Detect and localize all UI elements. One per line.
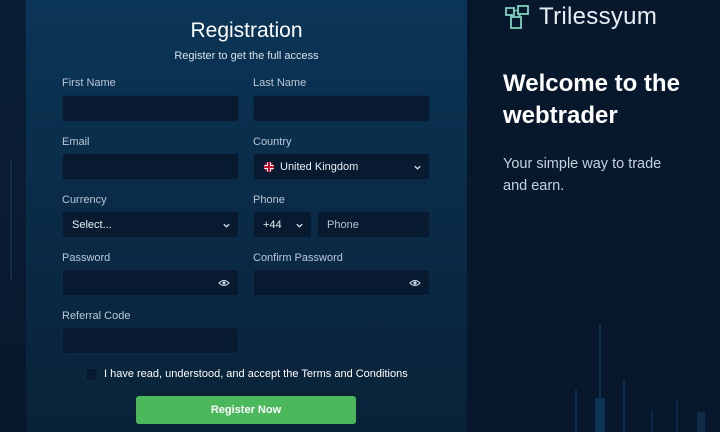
referral-code-label: Referral Code bbox=[62, 310, 131, 322]
welcome-heading: Welcome to the webtrader bbox=[503, 70, 680, 129]
country-value: United Kingdom bbox=[280, 160, 359, 173]
confirm-password-input[interactable] bbox=[253, 269, 430, 296]
brand-logo: Trilessyum bbox=[503, 3, 657, 31]
trilessyum-logo-icon bbox=[505, 5, 529, 29]
email-label: Email bbox=[62, 136, 90, 148]
phone-placeholder: Phone bbox=[327, 218, 359, 231]
phone-label: Phone bbox=[253, 194, 285, 206]
eye-icon[interactable] bbox=[409, 278, 421, 288]
first-name-label: First Name bbox=[62, 77, 116, 89]
chevron-down-icon bbox=[414, 165, 421, 170]
decorative-chart-graphic bbox=[575, 325, 705, 432]
confirm-password-label: Confirm Password bbox=[253, 252, 343, 264]
currency-value: Select... bbox=[72, 218, 112, 231]
email-input[interactable] bbox=[62, 153, 239, 180]
last-name-input[interactable] bbox=[253, 95, 430, 122]
registration-panel: Registration Register to get the full ac… bbox=[26, 0, 467, 432]
phone-code-value: +44 bbox=[263, 218, 282, 231]
country-select[interactable]: United Kingdom bbox=[253, 153, 430, 180]
password-label: Password bbox=[62, 252, 111, 264]
page-title: Registration bbox=[190, 19, 303, 42]
terms-label[interactable]: I have read, understood, and accept the … bbox=[104, 368, 408, 380]
first-name-input[interactable] bbox=[62, 95, 239, 122]
phone-code-select[interactable]: +44 bbox=[253, 211, 312, 238]
country-label: Country bbox=[253, 136, 292, 148]
referral-code-input[interactable] bbox=[62, 327, 239, 354]
chevron-down-icon bbox=[296, 223, 303, 228]
currency-label: Currency bbox=[62, 194, 107, 206]
password-input[interactable] bbox=[62, 269, 239, 296]
eye-icon[interactable] bbox=[218, 278, 230, 288]
brand-name: Trilessyum bbox=[539, 3, 658, 30]
uk-flag-icon bbox=[264, 161, 274, 172]
terms-checkbox[interactable] bbox=[85, 368, 98, 381]
register-button[interactable]: Register Now bbox=[136, 396, 356, 424]
page-subtitle: Register to get the full access bbox=[174, 50, 319, 62]
welcome-tagline: Your simple way to trade and earn. bbox=[503, 156, 662, 194]
chevron-down-icon bbox=[223, 223, 230, 228]
welcome-panel: Trilessyum Welcome to the webtrader Your… bbox=[467, 0, 720, 432]
currency-select[interactable]: Select... bbox=[62, 211, 239, 238]
last-name-label: Last Name bbox=[253, 77, 307, 89]
left-background-strip bbox=[0, 0, 26, 432]
phone-input[interactable]: Phone bbox=[317, 211, 430, 238]
